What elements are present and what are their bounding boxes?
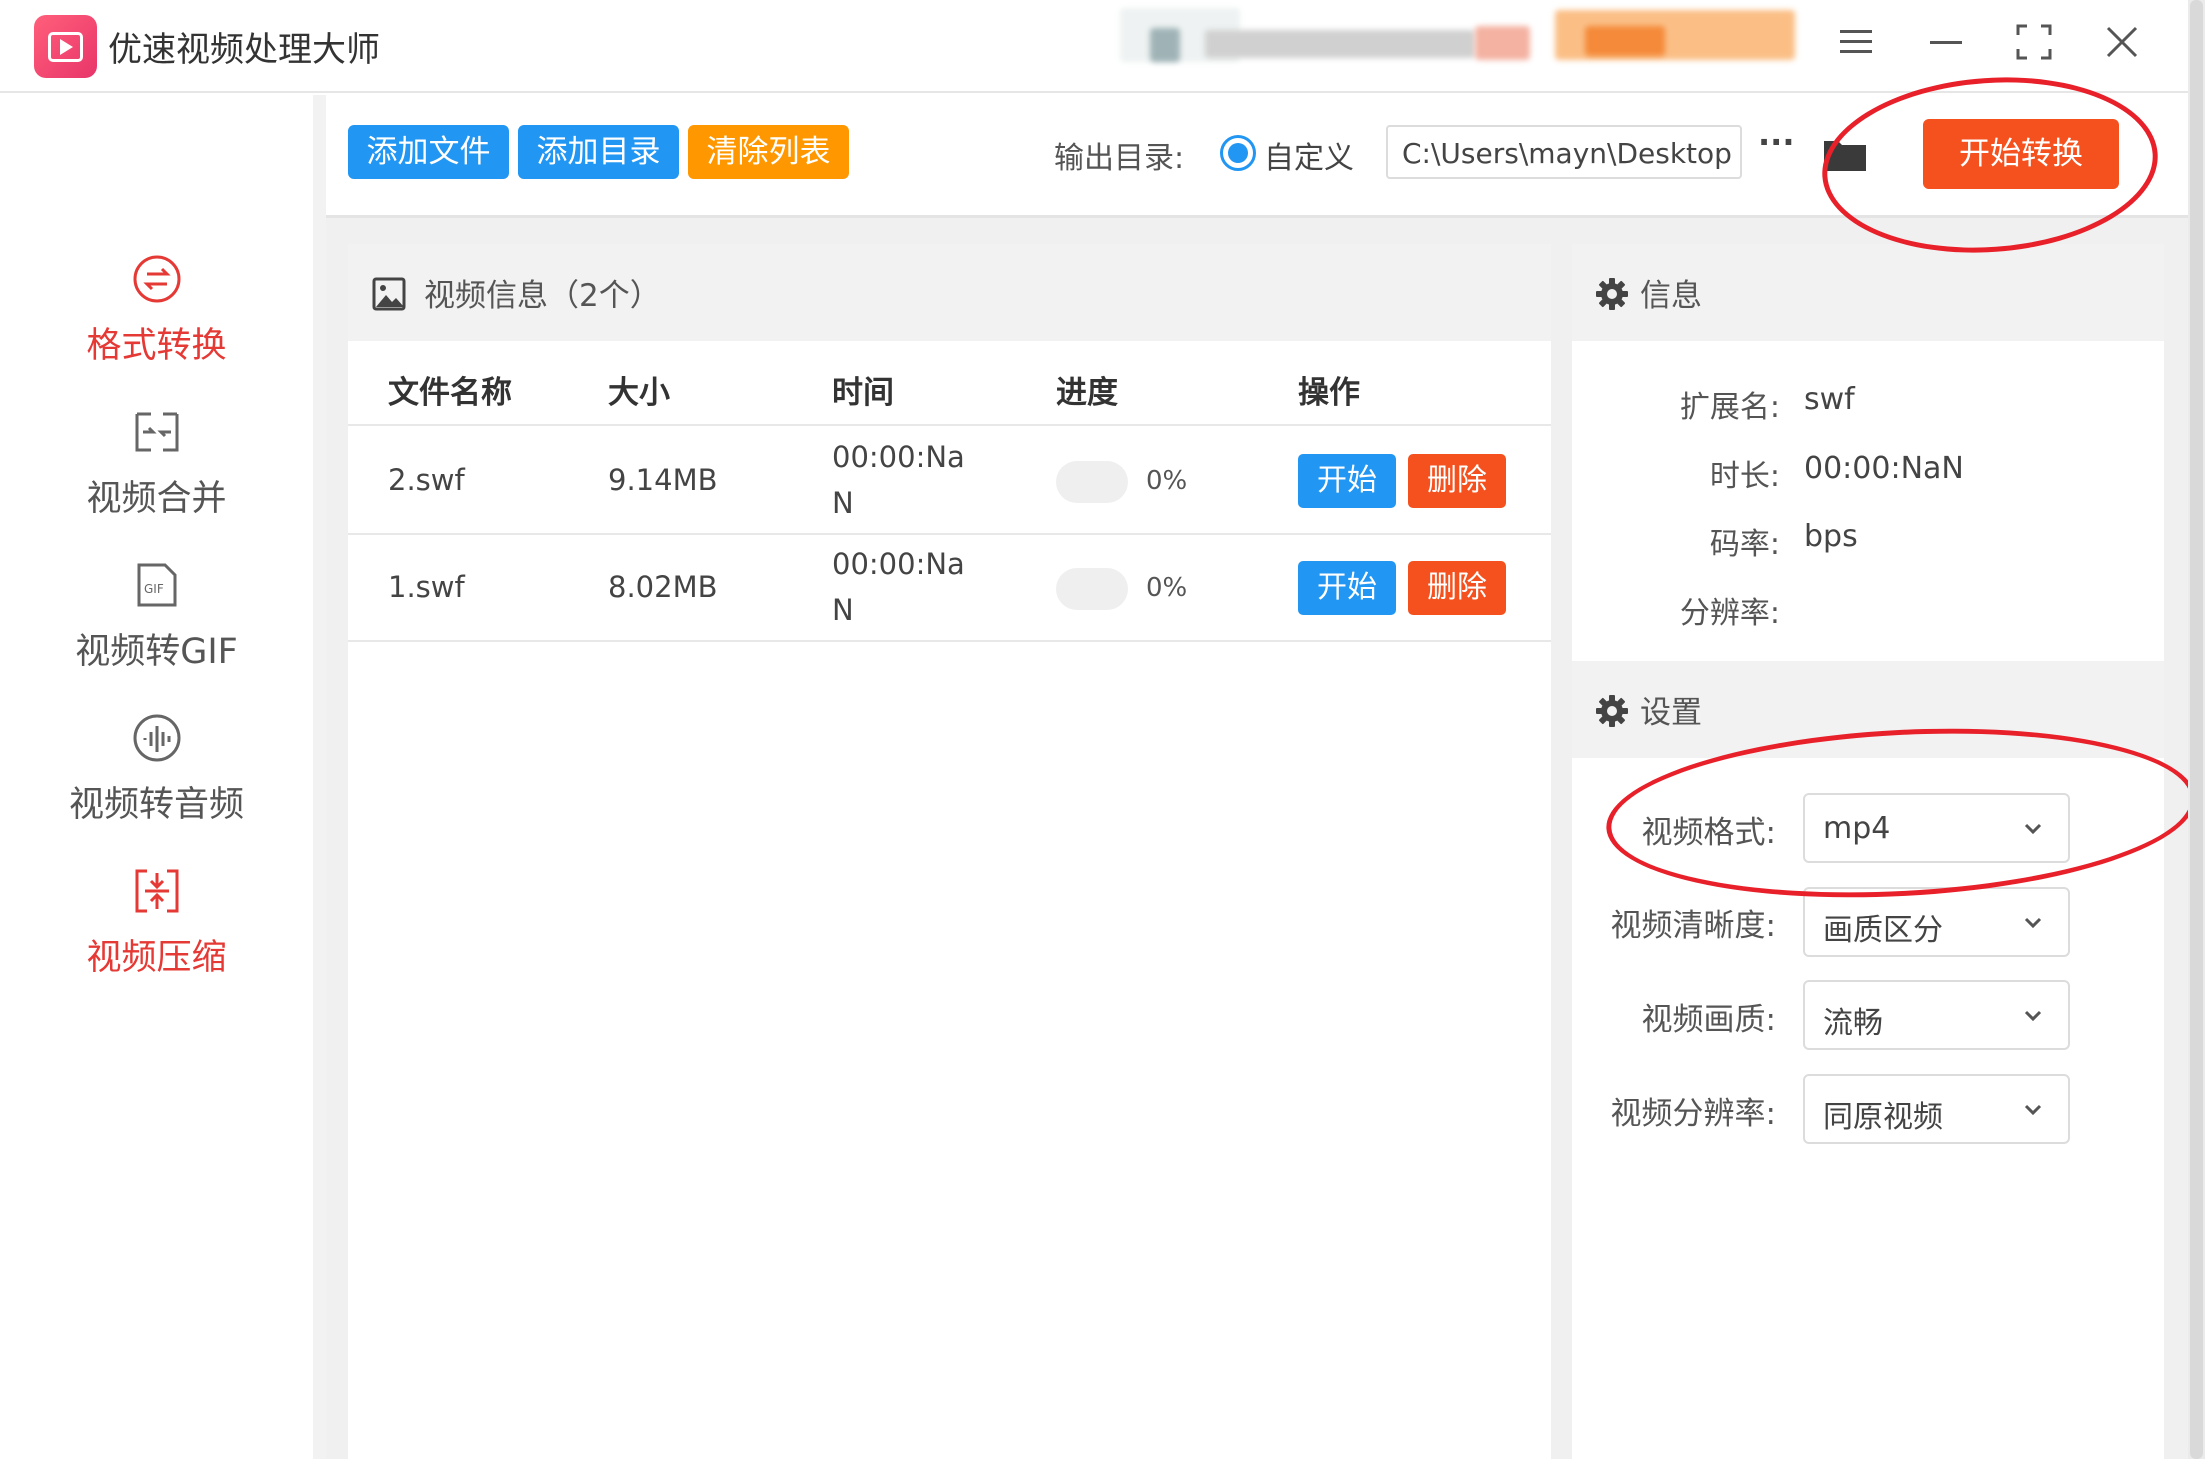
video-info-title: 视频信息（2个） (424, 278, 661, 314)
audio-wave-icon (131, 712, 183, 764)
svg-text:GIF: GIF (144, 582, 164, 596)
sidebar-item-label: 视频转GIF (75, 632, 238, 672)
table-row: 1.swf 8.02MB 00:00:Na N 0% 开始 删除 (348, 535, 1551, 642)
sidebar-item-video-to-gif[interactable]: GIF 视频转GIF (0, 559, 313, 674)
output-path-input[interactable]: C:\Users\mayn\Desktop (1386, 125, 1742, 179)
output-dir-label: 输出目录: (1054, 141, 1185, 176)
progress-toggle[interactable] (1056, 461, 1128, 503)
blurred-vip-label (1585, 26, 1665, 56)
sidebar-divider (313, 95, 326, 1459)
column-header-size: 大小 (608, 375, 670, 411)
add-file-button[interactable]: 添加文件 (348, 125, 509, 179)
blurred-avatar (1150, 28, 1180, 62)
gear-icon (1594, 276, 1630, 316)
sidebar-item-video-to-audio[interactable]: 视频转音频 (0, 712, 313, 827)
info-header: 信息 (1572, 244, 2164, 341)
browse-more-button[interactable]: ··· (1758, 123, 1794, 161)
file-time-wrap: N (832, 486, 854, 520)
video-quality-label: 视频画质: (1641, 1002, 1776, 1038)
info-duration-value: 00:00:NaN (1804, 451, 1964, 486)
sidebar: 格式转换 视频合并 GIF 视频转GIF 视频转音频 视频压缩 (0, 95, 326, 1459)
chevron-down-icon (2020, 1096, 2046, 1126)
custom-radio-label: 自定义 (1264, 141, 1354, 176)
swap-circle-icon (131, 253, 183, 305)
sidebar-item-format-convert[interactable]: 格式转换 (0, 253, 313, 368)
app-logo-icon (34, 15, 97, 78)
minimize-icon[interactable] (1916, 12, 1976, 72)
video-clarity-label: 视频清晰度: (1610, 908, 1776, 944)
video-clarity-select[interactable]: 画质区分 (1803, 887, 2070, 957)
sidebar-item-video-compress[interactable]: 视频压缩 (0, 865, 313, 980)
row-start-button[interactable]: 开始 (1298, 561, 1396, 615)
menu-icon[interactable] (1826, 12, 1886, 72)
add-directory-button[interactable]: 添加目录 (518, 125, 679, 179)
file-name: 2.swf (388, 463, 465, 497)
file-size: 9.14MB (608, 463, 718, 497)
progress-percent: 0% (1146, 466, 1188, 496)
fullscreen-icon[interactable] (2004, 12, 2064, 72)
info-bitrate-label: 码率: (1709, 527, 1780, 562)
info-duration-label: 时长: (1709, 459, 1780, 494)
sidebar-item-label: 视频转音频 (68, 785, 244, 825)
column-header-actions: 操作 (1298, 375, 1360, 411)
info-bitrate-value: bps (1804, 519, 1858, 554)
blurred-badge (1475, 26, 1530, 60)
video-resolution-label: 视频分辨率: (1610, 1096, 1776, 1132)
file-time: 00:00:Na (832, 547, 965, 581)
video-list-panel (348, 244, 1551, 1459)
video-resolution-select[interactable]: 同原视频 (1803, 1074, 2070, 1144)
table-row: 2.swf 9.14MB 00:00:Na N 0% 开始 删除 (348, 428, 1551, 535)
scrollbar-thumb[interactable] (2190, 0, 2203, 1459)
video-info-header: 视频信息（2个） (348, 244, 1551, 341)
blurred-username (1205, 30, 1475, 58)
image-icon (372, 277, 406, 315)
gif-file-icon: GIF (131, 559, 183, 611)
clear-list-button[interactable]: 清除列表 (688, 125, 849, 179)
row-start-button[interactable]: 开始 (1298, 454, 1396, 508)
app-title: 优速视频处理大师 (108, 30, 380, 70)
custom-radio[interactable] (1220, 135, 1256, 171)
settings-title: 设置 (1640, 695, 1702, 731)
sidebar-item-video-merge[interactable]: 视频合并 (0, 406, 313, 521)
file-time-wrap: N (832, 593, 854, 627)
gear-icon (1594, 693, 1630, 733)
sidebar-item-label: 视频合并 (86, 479, 227, 519)
chevron-down-icon (2020, 909, 2046, 939)
compress-icon (131, 865, 183, 917)
column-header-progress: 进度 (1056, 375, 1118, 411)
info-extension-label: 扩展名: (1679, 390, 1780, 425)
column-header-time: 时间 (832, 375, 894, 411)
column-header-name: 文件名称 (388, 375, 512, 411)
sidebar-item-label: 视频压缩 (86, 938, 227, 978)
file-size: 8.02MB (608, 570, 718, 604)
progress-toggle[interactable] (1056, 568, 1128, 610)
merge-icon (131, 406, 183, 458)
table-header: 文件名称 大小 时间 进度 操作 (348, 341, 1551, 426)
row-delete-button[interactable]: 删除 (1408, 561, 1506, 615)
row-delete-button[interactable]: 删除 (1408, 454, 1506, 508)
chevron-down-icon (2020, 1002, 2046, 1032)
progress-percent: 0% (1146, 573, 1188, 603)
video-quality-select[interactable]: 流畅 (1803, 980, 2070, 1050)
info-extension-value: swf (1804, 382, 1855, 417)
info-title: 信息 (1640, 278, 1702, 314)
close-icon[interactable] (2092, 12, 2152, 72)
file-time: 00:00:Na (832, 440, 965, 474)
sidebar-item-label: 格式转换 (86, 326, 227, 366)
info-resolution-label: 分辨率: (1679, 596, 1780, 631)
file-name: 1.swf (388, 570, 465, 604)
